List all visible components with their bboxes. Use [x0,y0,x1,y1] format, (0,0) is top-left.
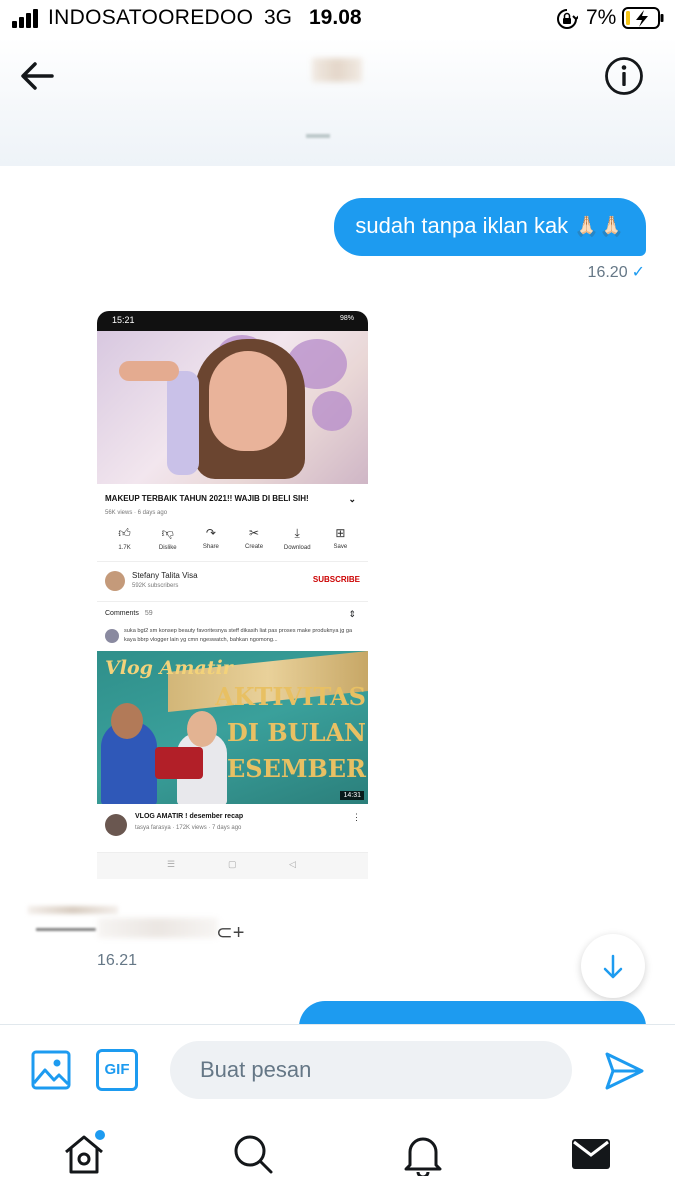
attachment-status-bar: 15:21 98% [97,311,368,331]
vlog-script-title: Vlog Amatir [105,657,233,679]
chevron-down-icon: ⌄ [348,494,356,504]
video-actions: 👍︎ 1.7K 👎︎ Dislike ↷ Share ✂ Create ⤓ Downloa… [97,516,368,551]
subscribe-label: SUBSCRIBE [312,575,360,584]
share-icon: ↷ [205,526,216,540]
carrier-name: INDOSATOOREDOO [48,6,254,29]
back-triangle-icon: ◁ [289,859,296,869]
status-bar: INDOSATOOREDOO 3G 19.08 7% [0,0,675,38]
download-icon: ⤓ [294,526,300,540]
more-icon: ⋮ [352,812,361,822]
video-thumbnail [97,331,368,484]
comments-label: Comments [105,610,139,617]
create-action: ✂ Create [234,526,274,551]
dislike-icon: 👎︎ [161,526,174,540]
next-video-title: VLOG AMATIR ! desember recap [135,813,244,820]
back-arrow-icon[interactable] [16,58,58,94]
search-icon[interactable] [231,1132,275,1176]
create-icon: ✂ [249,526,260,540]
download-action: ⤓ Download [277,526,317,551]
send-icon[interactable] [602,1049,646,1093]
next-video-meta: VLOG AMATIR ! desember recap tasya faras… [97,804,368,854]
dislike-action: 👎︎ Dislike [148,526,188,551]
add-reaction-icon[interactable]: ⊂+ [216,920,244,945]
home-square-icon: ▢ [228,859,237,869]
pray-emoji: 🙏🏻🙏🏻 [574,216,624,238]
comment-text: suka bgt2 sm konsep beauty favoritesnya … [124,628,353,643]
next-video-info: tasya farasya · 172K views · 7 days ago [135,825,242,831]
sort-icon: ⇕ [348,609,356,619]
vlog-line-3: DESEMBER [206,754,366,783]
outgoing-message-bubble[interactable]: sudah tanpa iklan kak 🙏🏻🙏🏻 [334,198,646,256]
conversation-header [0,38,675,166]
like-action: 👍︎ 1.7K [105,526,145,551]
message-meta: 16.20 ✓ [588,262,645,282]
recent-apps-icon: ☰ [167,859,176,869]
vlog-thumbnail: Vlog Amatir AKTIVITAS DI BULAN DESEMBER … [97,651,368,804]
image-icon[interactable] [30,1049,72,1091]
attachment-nav-bar: ☰ ▢ ◁ [97,852,368,879]
action-label: 1.7K [118,545,131,551]
incoming-time: 16.21 [97,952,138,969]
action-label: Dislike [158,545,177,551]
message-time: 16.20 [587,264,628,281]
like-icon: 👍︎ [118,526,131,540]
video-title-text: MAKEUP TERBAIK TAHUN 2021!! WAJIB DI BEL… [105,494,309,503]
action-label: Save [333,544,348,550]
action-label: Share [202,544,219,550]
video-title: MAKEUP TERBAIK TAHUN 2021!! WAJIB DI BEL… [97,484,368,504]
image-attachment[interactable]: 15:21 98% MAKEUP TERBAIK TAHUN 2021!! WA… [97,311,368,879]
comments-header: Comments 59 [105,610,153,617]
network-type: 3G [264,6,293,29]
check-icon: ✓ [631,264,645,281]
envelope-icon[interactable] [569,1132,613,1176]
bell-icon[interactable] [401,1132,445,1176]
action-label: Download [283,545,311,551]
attachment-battery: 98% [339,315,354,322]
commenter-avatar [105,629,119,643]
next-video-avatar [105,814,127,836]
video-duration: 14:31 [340,791,364,800]
bottom-tab-bar [0,1114,675,1200]
comments-section: Comments 59 ⇕ suka bgt2 sm konsep beauty … [97,601,368,651]
save-action: ⊞ Save [320,526,360,551]
video-meta: 56K views · 6 days ago [105,510,168,516]
channel-row: Stefany Talita Visa 592K subscribers SUB… [97,561,368,601]
redacted-contact-name [312,58,362,82]
redacted-contact-handle [306,134,330,138]
signal-icon [12,8,42,28]
notification-dot [95,1130,105,1140]
redacted-incoming-message: ⊂+ [28,896,248,946]
battery-percent: 7% [586,6,617,29]
rotation-lock-icon [557,9,578,29]
vlog-line-1: AKTIVITAS [215,682,366,711]
status-time: 19.08 [309,6,362,29]
action-label: Create [245,544,264,550]
battery-icon [622,7,664,29]
gif-button[interactable]: GIF [96,1049,138,1091]
save-icon: ⊞ [335,526,346,540]
info-icon[interactable] [604,56,644,96]
channel-subscribers: 592K subscribers [132,583,179,589]
attachment-status-time: 15:21 [112,315,135,325]
vlog-line-2: DI BULAN [226,718,366,747]
arrow-down-icon [603,954,623,979]
message-composer: GIF [0,1024,675,1114]
message-text: sudah tanpa iklan kak [355,213,569,238]
share-action: ↷ Share [191,526,231,551]
message-input[interactable] [170,1041,572,1099]
scroll-to-bottom-button[interactable] [581,934,645,998]
channel-avatar [105,571,125,591]
comments-count: 59 [144,610,153,617]
channel-name: Stefany Talita Visa [132,571,198,580]
